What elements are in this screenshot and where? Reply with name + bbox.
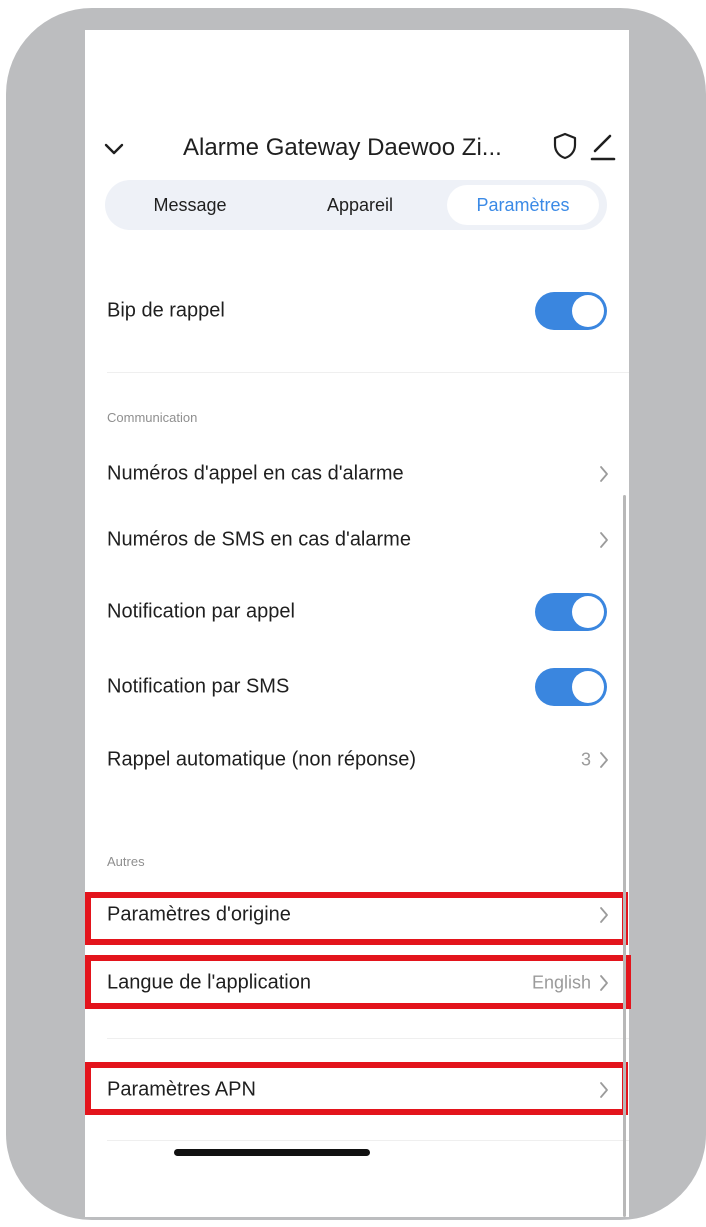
highlight-box-parametres-apn xyxy=(85,1062,628,1115)
chevron-right-icon xyxy=(600,752,608,768)
rappel-automatique-row[interactable]: Rappel automatique (non réponse) 3 xyxy=(85,730,629,790)
tab-message[interactable]: Message xyxy=(115,185,265,225)
chevron-right-icon xyxy=(600,466,608,482)
notification-appel-toggle[interactable] xyxy=(535,593,607,631)
scrollbar[interactable] xyxy=(623,495,626,1217)
numeros-sms-label: Numéros de SMS en cas d'alarme xyxy=(107,528,411,551)
section-title-communication: Communication xyxy=(107,410,198,425)
rappel-automatique-label: Rappel automatique (non réponse) xyxy=(107,748,417,771)
notification-sms-toggle[interactable] xyxy=(535,668,607,706)
bip-de-rappel-label: Bip de rappel xyxy=(107,299,225,322)
divider xyxy=(107,1038,629,1039)
numeros-appel-label: Numéros d'appel en cas d'alarme xyxy=(107,462,404,485)
edit-icon[interactable] xyxy=(590,131,616,163)
notification-sms-label: Notification par SMS xyxy=(107,675,290,698)
page-title: Alarme Gateway Daewoo Zi... xyxy=(183,134,502,161)
numeros-sms-row[interactable]: Numéros de SMS en cas d'alarme xyxy=(85,510,629,570)
notification-sms-row: Notification par SMS xyxy=(85,657,629,717)
toggle-knob xyxy=(572,295,604,327)
header: Alarme Gateway Daewoo Zi... xyxy=(85,125,629,175)
toggle-knob xyxy=(572,596,604,628)
bip-de-rappel-toggle[interactable] xyxy=(535,292,607,330)
tab-parametres[interactable]: Paramètres xyxy=(447,185,599,225)
chevron-right-icon xyxy=(600,532,608,548)
app-screen: Alarme Gateway Daewoo Zi... Message Appa… xyxy=(85,30,629,1217)
divider xyxy=(107,1140,629,1141)
numeros-appel-row[interactable]: Numéros d'appel en cas d'alarme xyxy=(85,444,629,504)
home-indicator[interactable] xyxy=(174,1149,370,1156)
bip-de-rappel-row: Bip de rappel xyxy=(85,281,629,341)
tab-bar: Message Appareil Paramètres xyxy=(105,180,607,230)
tab-appareil[interactable]: Appareil xyxy=(285,185,435,225)
notification-appel-row: Notification par appel xyxy=(85,582,629,642)
divider xyxy=(107,372,629,373)
shield-icon[interactable] xyxy=(551,131,579,161)
chevron-down-icon[interactable] xyxy=(103,137,125,159)
highlight-box-langue-application xyxy=(85,955,631,1009)
toggle-knob xyxy=(572,671,604,703)
notification-appel-label: Notification par appel xyxy=(107,600,295,623)
rappel-automatique-value: 3 xyxy=(580,749,591,770)
section-title-autres: Autres xyxy=(107,854,145,869)
highlight-box-parametres-origine xyxy=(85,892,628,945)
